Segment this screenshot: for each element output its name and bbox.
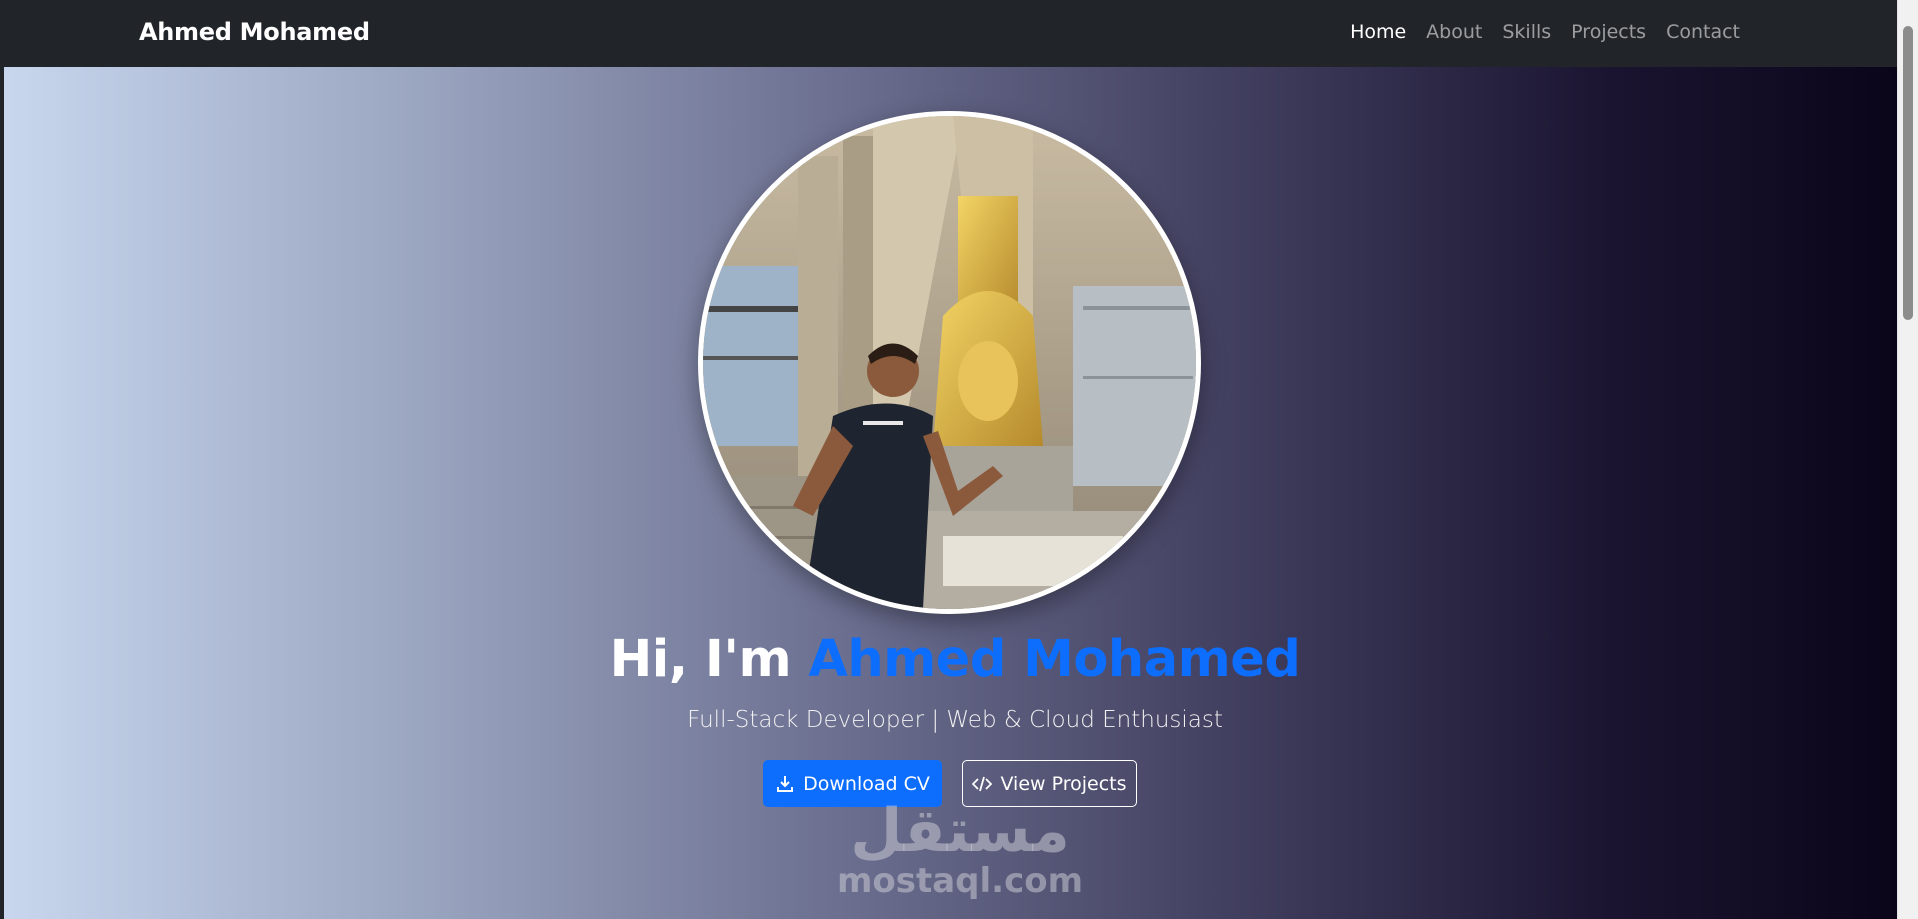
hero-heading: Hi, I'm Ahmed Mohamed bbox=[0, 630, 1910, 689]
top-navbar: Ahmed Mohamed Home About Skills Projects… bbox=[0, 0, 1918, 67]
download-icon bbox=[775, 774, 795, 794]
hero-subtitle: Full-Stack Developer | Web & Cloud Enthu… bbox=[687, 707, 1223, 733]
nav-link-projects[interactable]: Projects bbox=[1561, 21, 1656, 43]
hero-greeting: Hi, I'm bbox=[609, 630, 792, 689]
avatar-photo-illustration bbox=[703, 116, 1196, 609]
nav-link-contact[interactable]: Contact bbox=[1656, 21, 1750, 43]
code-icon bbox=[972, 774, 993, 794]
scrollbar-thumb[interactable] bbox=[1903, 26, 1913, 320]
page-scrollbar[interactable] bbox=[1897, 0, 1918, 919]
nav-link-skills[interactable]: Skills bbox=[1492, 21, 1561, 43]
view-projects-label: View Projects bbox=[1000, 772, 1127, 795]
nav-link-about[interactable]: About bbox=[1416, 21, 1492, 43]
navbar-brand[interactable]: Ahmed Mohamed bbox=[139, 18, 370, 46]
download-cv-button[interactable]: Download CV bbox=[763, 760, 942, 807]
profile-avatar bbox=[698, 111, 1201, 614]
nav-links: Home About Skills Projects Contact bbox=[1340, 21, 1750, 43]
download-cv-label: Download CV bbox=[803, 772, 930, 795]
view-projects-button[interactable]: View Projects bbox=[962, 760, 1137, 807]
nav-link-home[interactable]: Home bbox=[1340, 21, 1416, 43]
hero-name: Ahmed Mohamed bbox=[808, 630, 1301, 689]
